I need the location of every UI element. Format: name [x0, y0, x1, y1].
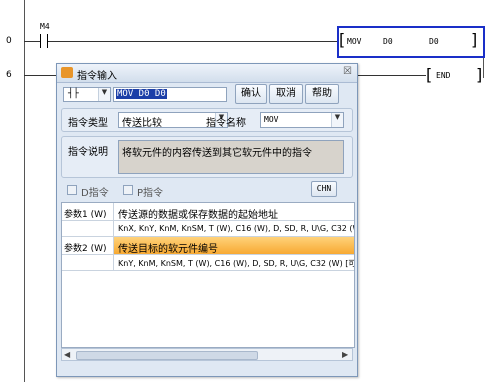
scrollbar-thumb[interactable] — [76, 351, 258, 360]
mov-op: MOV — [347, 37, 362, 46]
mov-dst: D0 — [429, 37, 439, 46]
rung0-wire — [48, 41, 338, 42]
language-button[interactable]: CHN — [311, 181, 337, 197]
p-instruction-checkbox[interactable] — [123, 185, 133, 195]
table-row[interactable]: 参数2 (W) 传送目标的软元件编号 — [62, 237, 354, 255]
name-value: MOV — [264, 115, 279, 124]
param-types: KnX, KnY, KnM, KnSM, T (W), C16 (W), D, … — [118, 224, 354, 233]
instruction-type-panel: 指令类型 传送比较 ▼ 指令名称 MOV ▼ — [61, 108, 353, 132]
instruction-input-dialog: 指令输入 ☒ ┤├ ▼ MOV D0 D0 确认 取消 帮助 指令类型 传送比较… — [56, 63, 358, 377]
contact-m4[interactable] — [40, 34, 48, 48]
mov-instruction-block[interactable]: [ MOV D0 D0 ] — [337, 26, 485, 58]
instruction-input[interactable]: MOV D0 D0 — [113, 87, 227, 102]
name-dropdown[interactable]: MOV ▼ — [260, 112, 344, 128]
rung-number-0: 0 — [6, 36, 12, 46]
param-name: 参数2 (W) — [62, 237, 114, 254]
instruction-type-dropdown[interactable]: ┤├ ▼ — [63, 87, 111, 102]
chevron-down-icon: ▼ — [331, 113, 343, 127]
cancel-button[interactable]: 取消 — [269, 84, 303, 104]
scroll-right-icon[interactable]: ▶ — [342, 350, 348, 359]
app-icon — [61, 67, 73, 78]
scroll-left-icon[interactable]: ◀ — [64, 350, 70, 359]
end-instruction[interactable]: END — [436, 71, 450, 80]
help-button[interactable]: 帮助 — [305, 84, 339, 104]
table-row[interactable]: 参数1 (W) 传送源的数据或保存数据的起始地址 — [62, 203, 354, 221]
end-close-bracket: ] — [476, 65, 483, 84]
mov-open-bracket: [ — [339, 30, 346, 49]
table-row[interactable]: KnX, KnY, KnM, KnSM, T (W), C16 (W), D, … — [62, 221, 354, 237]
description-box: 将软元件的内容传送到其它软元件中的指令 — [118, 140, 344, 174]
desc-value: 将软元件的内容传送到其它软元件中的指令 — [122, 148, 312, 159]
horizontal-scrollbar[interactable]: ◀ ▶ — [61, 348, 353, 361]
p-instruction-label: P指令 — [137, 188, 164, 199]
description-panel: 指令说明 将软元件的内容传送到其它软元件中的指令 — [61, 136, 353, 178]
rung6-wire-left — [24, 75, 56, 76]
d-instruction-label: D指令 — [81, 188, 109, 199]
confirm-button[interactable]: 确认 — [235, 84, 267, 104]
type-label: 指令类型 — [68, 118, 108, 129]
name-label: 指令名称 — [206, 118, 246, 129]
param-desc: 传送源的数据或保存数据的起始地址 — [118, 210, 278, 220]
param-name: 参数1 (W) — [62, 203, 114, 220]
param-name-empty — [62, 255, 114, 270]
instruction-input-text: MOV D0 D0 — [116, 89, 167, 99]
close-icon[interactable]: ☒ — [343, 66, 352, 77]
param-desc-selected: 传送目标的软元件编号 — [114, 237, 354, 254]
d-instruction-checkbox[interactable] — [67, 185, 77, 195]
rung6-wire — [356, 75, 426, 76]
table-row[interactable]: KnY, KnM, KnSM, T (W), C16 (W), D, SD, R… — [62, 255, 354, 271]
desc-label: 指令说明 — [68, 147, 108, 158]
dialog-title: 指令输入 — [77, 71, 117, 82]
rung-number-6: 6 — [6, 70, 12, 80]
chevron-down-icon: ▼ — [98, 88, 110, 101]
type-value: 传送比较 — [122, 118, 162, 129]
param-types: KnY, KnM, KnSM, T (W), C16 (W), D, SD, R… — [118, 259, 354, 268]
dialog-titlebar[interactable]: 指令输入 ☒ — [57, 64, 357, 83]
end-open-bracket: [ — [426, 65, 433, 84]
contact-label: M4 — [40, 22, 50, 31]
left-power-rail — [24, 0, 25, 382]
mov-src: D0 — [383, 37, 393, 46]
parameter-grid: 参数1 (W) 传送源的数据或保存数据的起始地址 KnX, KnY, KnM, … — [61, 202, 355, 348]
param-name-empty — [62, 221, 114, 236]
mov-close-bracket: ] — [471, 30, 478, 49]
type-selector-value: ┤├ — [68, 89, 79, 99]
rung0-wire-left — [24, 41, 40, 42]
